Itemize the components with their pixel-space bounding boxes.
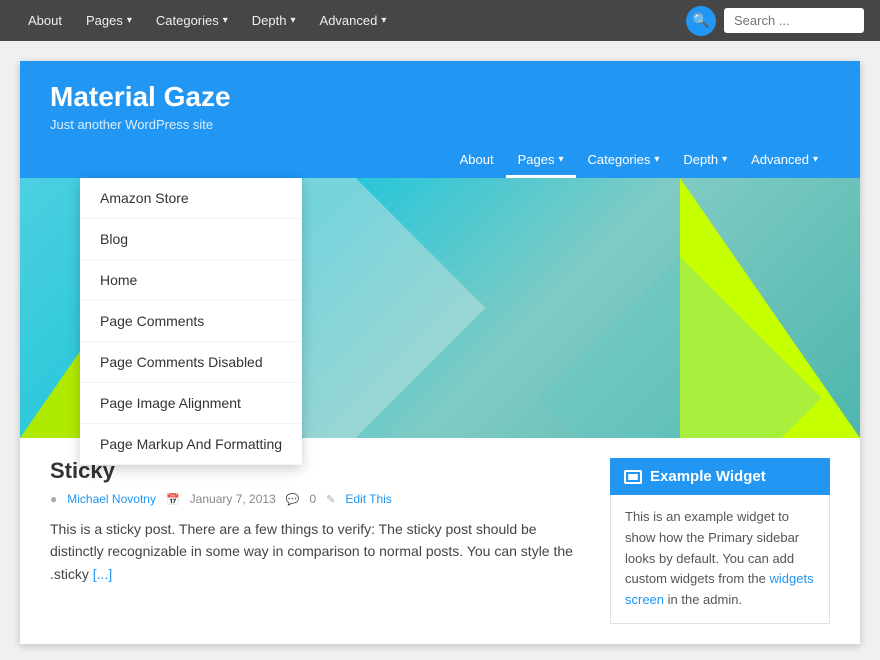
advanced-chevron-icon: ▾ [381, 15, 386, 26]
main-wrapper: Material Gaze Just another WordPress sit… [0, 41, 880, 660]
search-input[interactable] [724, 8, 864, 33]
dropdown-item-amazon[interactable]: Amazon Store [80, 178, 302, 219]
admin-search-area: 🔍 [686, 6, 864, 36]
site-title: Material Gaze [50, 81, 830, 113]
person-icon: ● [50, 492, 57, 506]
site-nav-advanced-label: Advanced [751, 152, 809, 167]
dropdown-item-page-comments[interactable]: Page Comments [80, 301, 302, 342]
site-nav-wrapper: About Pages ▾ Categories ▾ Depth ▾ [50, 144, 830, 178]
dropdown-item-page-markup[interactable]: Page Markup And Formatting [80, 424, 302, 465]
admin-nav-pages[interactable]: Pages ▾ [74, 0, 144, 41]
widget-body: This is an example widget to show how th… [610, 495, 830, 624]
calendar-icon: 📅 [166, 493, 180, 506]
site-nav-about-label: About [460, 152, 494, 167]
post-author[interactable]: Michael Novotny [67, 492, 156, 506]
admin-nav-categories[interactable]: Categories ▾ [144, 0, 240, 41]
site-nav-categories-label: Categories [588, 152, 651, 167]
site-nav-advanced[interactable]: Advanced ▾ [739, 144, 830, 178]
admin-nav-depth[interactable]: Depth ▾ [240, 0, 308, 41]
site-nav-depth-chevron: ▾ [722, 154, 727, 165]
site-nav-depth[interactable]: Depth ▾ [671, 144, 739, 178]
admin-nav-about-label: About [28, 13, 62, 28]
main-content: Sticky ● Michael Novotny 📅 January 7, 20… [50, 458, 580, 624]
sidebar: Example Widget This is an example widget… [610, 458, 830, 624]
site-nav-categories-chevron: ▾ [654, 154, 659, 165]
pencil-icon: ✎ [326, 493, 335, 506]
admin-bar: About Pages ▾ Categories ▾ Depth ▾ Advan… [0, 0, 880, 41]
site-nav-pages[interactable]: Pages ▾ [506, 144, 576, 178]
search-icon: 🔍 [692, 12, 709, 29]
widget-icon-line-3 [628, 478, 638, 480]
site-nav-categories[interactable]: Categories ▾ [576, 144, 672, 178]
site-nav-pages-chevron: ▾ [558, 154, 563, 165]
depth-chevron-icon: ▾ [291, 15, 296, 26]
admin-nav-advanced-label: Advanced [320, 13, 378, 28]
categories-chevron-icon: ▾ [223, 15, 228, 26]
pages-chevron-icon: ▾ [127, 15, 132, 26]
widget-header: Example Widget [610, 458, 830, 495]
site-container: Material Gaze Just another WordPress sit… [20, 61, 860, 644]
comment-icon: 💬 [286, 493, 300, 506]
search-button[interactable]: 🔍 [686, 6, 716, 36]
post-body: This is a sticky post. There are a few t… [50, 518, 580, 585]
admin-nav-depth-label: Depth [252, 13, 287, 28]
pages-dropdown: Amazon Store Blog Home Page Comments Pag… [80, 178, 302, 465]
site-nav-pages-label: Pages [518, 152, 555, 167]
dropdown-item-blog[interactable]: Blog [80, 219, 302, 260]
post-comments: 0 [309, 492, 316, 506]
post-body-text: This is a sticky post. There are a few t… [50, 521, 573, 582]
site-nav: About Pages ▾ Categories ▾ Depth ▾ [50, 144, 830, 178]
admin-nav-advanced[interactable]: Advanced ▾ [308, 0, 399, 41]
admin-nav-categories-label: Categories [156, 13, 219, 28]
post-date: January 7, 2013 [190, 492, 276, 506]
post-more-link[interactable]: [...] [93, 566, 112, 582]
post-meta: ● Michael Novotny 📅 January 7, 2013 💬 0 … [50, 492, 580, 506]
widget-title: Example Widget [650, 468, 766, 485]
widget-icon [624, 470, 642, 484]
widget-link-suffix: in the admin. [664, 592, 742, 607]
site-header: Material Gaze Just another WordPress sit… [20, 61, 860, 178]
admin-nav-pages-label: Pages [86, 13, 123, 28]
site-nav-depth-label: Depth [683, 152, 718, 167]
admin-nav-about[interactable]: About [16, 0, 74, 41]
site-tagline: Just another WordPress site [50, 117, 830, 132]
content-area: Sticky ● Michael Novotny 📅 January 7, 20… [20, 438, 860, 644]
post-edit-link[interactable]: Edit This [345, 492, 391, 506]
dropdown-item-page-comments-disabled[interactable]: Page Comments Disabled [80, 342, 302, 383]
site-nav-advanced-chevron: ▾ [813, 154, 818, 165]
site-nav-about[interactable]: About [448, 144, 506, 178]
dropdown-item-home[interactable]: Home [80, 260, 302, 301]
dropdown-item-page-image[interactable]: Page Image Alignment [80, 383, 302, 424]
